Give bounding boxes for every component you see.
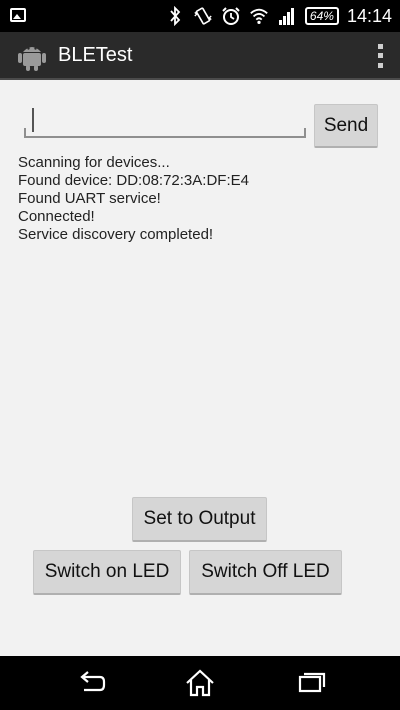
send-button[interactable]: Send [314, 104, 378, 148]
signal-icon [277, 6, 297, 26]
alarm-icon [221, 6, 241, 26]
log-line: Found device: DD:08:72:3A:DF:E4 [18, 172, 249, 189]
clock: 14:14 [346, 5, 392, 26]
switch-on-led-button[interactable]: Switch on LED [33, 550, 181, 595]
recents-icon[interactable] [296, 668, 328, 698]
battery-level: 64% [309, 9, 334, 23]
set-to-output-button[interactable]: Set to Output [132, 497, 267, 542]
log-line: Scanning for devices... [18, 154, 170, 171]
vibrate-icon [193, 6, 213, 26]
back-icon[interactable] [76, 668, 108, 698]
message-field[interactable] [36, 104, 296, 136]
home-icon[interactable] [184, 668, 216, 698]
picture-icon [10, 8, 26, 22]
text-cursor [32, 108, 34, 132]
status-bar: 64% 14:14 [0, 0, 400, 32]
log-line: Connected! [18, 208, 95, 225]
battery-icon: 64% [304, 7, 339, 25]
main-content: Send Scanning for devices... Found devic… [0, 80, 400, 656]
log-line: Service discovery completed! [18, 226, 214, 243]
android-icon[interactable] [16, 40, 48, 72]
log-line: Found UART service! [18, 190, 161, 207]
status-icons: 64% 14:14 [165, 4, 392, 28]
wifi-icon [249, 6, 269, 26]
log-output: Scanning for devices... Found device: DD… [18, 154, 249, 244]
action-bar: BLETest [0, 32, 400, 80]
message-input[interactable] [24, 104, 306, 138]
overflow-menu-icon[interactable] [370, 42, 390, 70]
navigation-bar [0, 656, 400, 710]
bluetooth-icon [165, 6, 185, 26]
switch-off-led-button[interactable]: Switch Off LED [189, 550, 342, 595]
app-title: BLETest [58, 44, 133, 66]
